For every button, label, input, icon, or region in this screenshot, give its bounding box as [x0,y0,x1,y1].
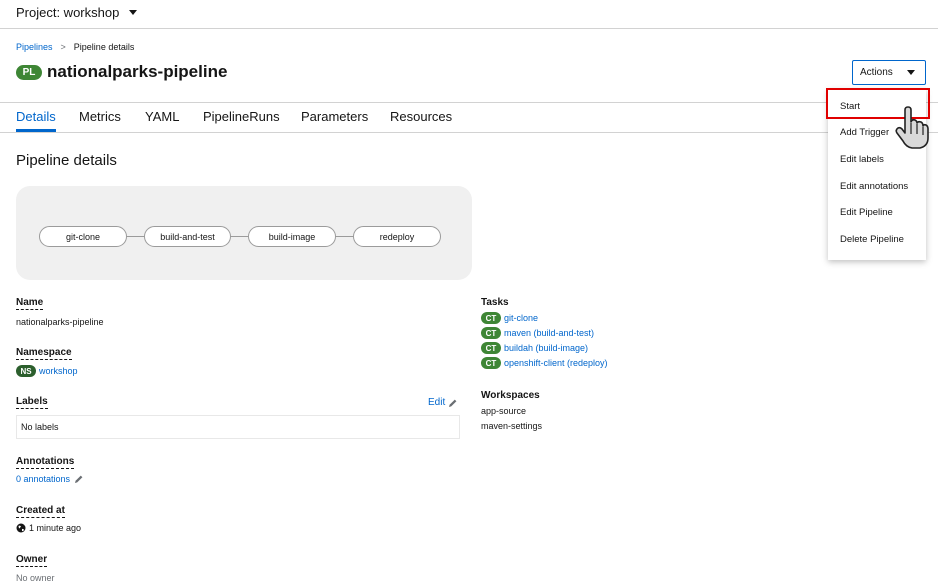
task-item: CT openshift-client (redeploy) [481,357,608,369]
namespace-label: Namespace [16,347,72,360]
annotations-label: Annotations [16,456,75,469]
tab-bar: Details Metrics YAML PipelineRuns Parame… [0,102,938,133]
tasks-label: Tasks [481,297,509,308]
caret-down-icon [907,70,915,75]
topology-node-build-image[interactable]: build-image [248,226,336,247]
menu-item-add-trigger[interactable]: Add Trigger [840,127,889,138]
project-bar: Project: workshop [0,0,938,29]
namespace-badge: NS [16,365,36,377]
tab-resources[interactable]: Resources [390,109,452,130]
page-title: nationalparks-pipeline [47,62,228,81]
tab-details[interactable]: Details [16,109,56,132]
workspace-item: maven-settings [481,421,543,431]
namespace-row: NS workshop [16,365,78,377]
section-title: Pipeline details [16,152,117,169]
pencil-icon [449,399,457,407]
workspaces-label: Workspaces [481,390,540,401]
breadcrumb: Pipelines > Pipeline details [16,42,134,52]
project-selector[interactable]: Project: workshop [16,5,138,20]
annotations-row: 0 annotations [16,474,84,484]
owner-value: No owner [16,573,55,583]
edit-labels-link[interactable]: Edit [428,397,458,408]
created-at-value: 1 minute ago [29,523,82,533]
task-badge: CT [481,312,501,324]
task-badge: CT [481,327,501,339]
labels-box: No labels [16,415,460,439]
tab-metrics[interactable]: Metrics [79,109,121,130]
breadcrumb-pipelines-link[interactable]: Pipelines [16,42,53,52]
tab-parameters[interactable]: Parameters [301,109,368,130]
task-link-git-clone[interactable]: git-clone [504,313,538,323]
task-item: CT maven (build-and-test) [481,327,594,339]
topology-node-redeploy[interactable]: redeploy [353,226,441,247]
owner-label: Owner [16,554,48,567]
menu-item-edit-annotations[interactable]: Edit annotations [840,181,908,192]
name-label: Name [16,297,44,310]
task-link-buildah[interactable]: buildah (build-image) [504,343,588,353]
menu-item-edit-labels[interactable]: Edit labels [840,154,884,165]
breadcrumb-separator-icon: > [60,42,66,52]
tab-pipelineruns[interactable]: PipelineRuns [203,109,280,130]
task-badge: CT [481,357,501,369]
pipeline-topology: git-clone build-and-test build-image red… [16,186,472,280]
task-item: CT git-clone [481,312,538,324]
pencil-icon[interactable] [74,474,84,484]
menu-item-delete-pipeline[interactable]: Delete Pipeline [840,234,904,245]
hand-cursor-icon [895,106,929,149]
globe-icon [16,523,26,533]
created-at-label: Created at [16,505,65,518]
pipeline-badge: PL [16,64,42,80]
name-value: nationalparks-pipeline [16,317,104,327]
task-link-maven[interactable]: maven (build-and-test) [504,328,594,338]
project-label: Project: workshop [16,5,120,20]
annotations-link[interactable]: 0 annotations [16,474,70,484]
actions-button[interactable]: Actions [852,60,926,85]
menu-item-edit-pipeline[interactable]: Edit Pipeline [840,207,893,218]
topology-node-git-clone[interactable]: git-clone [39,226,127,247]
topology-node-build-and-test[interactable]: build-and-test [144,226,231,247]
labels-label: Labels [16,396,48,409]
namespace-link[interactable]: workshop [39,366,78,376]
workspace-item: app-source [481,406,527,416]
task-badge: CT [481,342,501,354]
breadcrumb-current: Pipeline details [73,42,135,52]
caret-down-icon [129,10,138,15]
tab-yaml[interactable]: YAML [145,109,179,130]
created-at-row: 1 minute ago [16,523,81,533]
page-header: PL nationalparks-pipeline [16,62,227,82]
task-link-openshift-client[interactable]: openshift-client (redeploy) [504,358,608,368]
actions-label: Actions [860,67,893,78]
task-item: CT buildah (build-image) [481,342,588,354]
no-labels-text: No labels [21,422,59,432]
edit-labels-text: Edit [428,397,446,408]
